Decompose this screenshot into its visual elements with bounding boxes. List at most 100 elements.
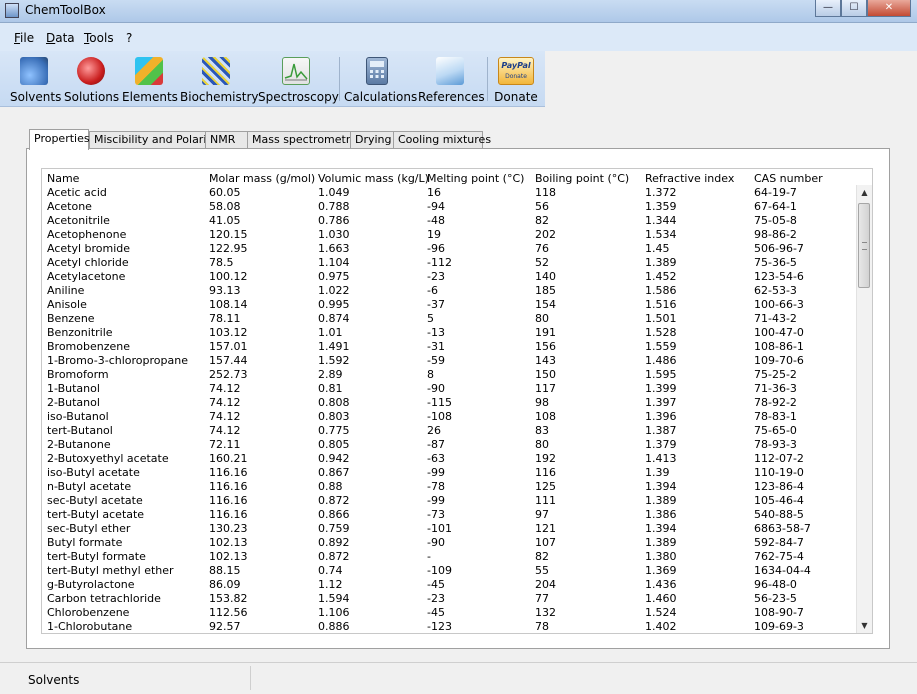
references-button[interactable]: References [418, 53, 485, 105]
table-cell: 2.89 [318, 368, 343, 381]
column-header[interactable]: Name [47, 172, 79, 185]
table-cell: Acetone [47, 200, 92, 213]
column-header[interactable]: Refractive index [645, 172, 734, 185]
scroll-up-arrow-icon[interactable]: ▲ [857, 185, 872, 200]
menu-data[interactable]: Data [46, 31, 75, 45]
table-cell: 71-36-3 [754, 382, 797, 395]
menu-file[interactable]: File [14, 31, 34, 45]
solvents-button[interactable]: Solvents [10, 53, 61, 105]
scroll-down-arrow-icon[interactable]: ▼ [857, 618, 872, 633]
elements-button[interactable]: Elements [122, 53, 178, 105]
menu-tools[interactable]: Tools [84, 31, 114, 45]
column-header[interactable]: CAS number [754, 172, 823, 185]
table-row[interactable]: g-Butyrolactone 86.09 1.12 -45 204 1.436 96-48… [42, 578, 857, 592]
table-row[interactable]: Aniline 93.13 1.022 -6 185 1.586 62-53-3 [42, 284, 857, 298]
table-cell: 97 [535, 508, 549, 521]
table-cell: 109-70-6 [754, 354, 804, 367]
table-row[interactable]: 2-Butoxyethyl acetate 160.21 0.942 -63 192 1.… [42, 452, 857, 466]
table-row[interactable]: sec-Butyl acetate 116.16 0.872 -99 111 1.389 1… [42, 494, 857, 508]
table-cell: 540-88-5 [754, 508, 804, 521]
table-cell: 55 [535, 564, 549, 577]
table-row[interactable]: sec-Butyl ether 130.23 0.759 -101 121 1.394 68… [42, 522, 857, 536]
spectroscopy-graph-icon [282, 57, 310, 85]
table-row[interactable]: 2-Butanone 72.11 0.805 -87 80 1.379 78-93-3 [42, 438, 857, 452]
vertical-scrollbar[interactable]: ▲ ▼ [856, 185, 872, 633]
table-cell: 120.15 [209, 228, 248, 241]
table-cell: 1.592 [318, 354, 350, 367]
table-cell: Bromobenzene [47, 340, 131, 353]
spectroscopy-button[interactable]: Spectroscopy [258, 53, 339, 105]
table-row[interactable]: Bromobenzene 157.01 1.491 -31 156 1.559 108-86… [42, 340, 857, 354]
table-cell: 1.389 [645, 256, 677, 269]
table-cell: Acetonitrile [47, 214, 110, 227]
table-row[interactable]: Carbon tetrachloride 153.82 1.594 -23 77 1.46… [42, 592, 857, 606]
calculations-button[interactable]: Calculations [344, 53, 417, 105]
table-cell: 1.559 [645, 340, 677, 353]
table-cell: 0.788 [318, 200, 350, 213]
table-row[interactable]: Acetylacetone 100.12 0.975 -23 140 1.452 123-5… [42, 270, 857, 284]
biochemistry-button[interactable]: Biochemistry [180, 53, 259, 105]
close-button[interactable]: ✕ [867, 0, 911, 17]
table-row[interactable]: Acetic acid 60.05 1.049 16 118 1.372 64-19-7 [42, 186, 857, 200]
table-row[interactable]: 1-Chlorobutane 92.57 0.886 -123 78 1.402 109-6… [42, 620, 857, 633]
table-cell: -63 [427, 452, 445, 465]
table-row[interactable]: tert-Butyl methyl ether 88.15 0.74 -109 55 1.… [42, 564, 857, 578]
table-cell: -112 [427, 256, 452, 269]
table-cell: -45 [427, 578, 445, 591]
tab-cooling-mixtures[interactable]: Cooling mixtures [393, 131, 491, 149]
table-cell: 0.803 [318, 410, 350, 423]
table-cell: 0.867 [318, 466, 350, 479]
column-header[interactable]: Melting point (°C) [427, 172, 524, 185]
table-row[interactable]: Benzonitrile 103.12 1.01 -13 191 1.528 100-47-… [42, 326, 857, 340]
table-row[interactable]: 1-Butanol 74.12 0.81 -90 117 1.399 71-36-3 [42, 382, 857, 396]
properties-table[interactable]: Name Molar mass (g/mol) Volumic mass (kg/L… [41, 168, 873, 634]
scrollbar-thumb[interactable] [858, 203, 870, 288]
column-header[interactable]: Boiling point (°C) [535, 172, 629, 185]
table-row[interactable]: 2-Butanol 74.12 0.808 -115 98 1.397 78-92-2 [42, 396, 857, 410]
tab-nmr[interactable]: NMR [205, 131, 248, 149]
tab-mass-spectrometry[interactable]: Mass spectrometry [247, 131, 357, 149]
solutions-molecule-icon [77, 57, 105, 85]
table-cell: Bromoform [47, 368, 109, 381]
table-row[interactable]: tert-Butyl acetate 116.16 0.866 -73 97 1.386 5… [42, 508, 857, 522]
scrollbar-grip-icon [862, 242, 867, 250]
table-cell: 1.501 [645, 312, 677, 325]
table-row[interactable]: Acetyl chloride 78.5 1.104 -112 52 1.389 75-36… [42, 256, 857, 270]
table-cell: -87 [427, 438, 445, 451]
table-row[interactable]: tert-Butanol 74.12 0.775 26 83 1.387 75-65-0 [42, 424, 857, 438]
menu-help[interactable]: ? [126, 31, 132, 45]
tab-drying[interactable]: Drying [350, 131, 394, 149]
maximize-button[interactable]: ☐ [841, 0, 867, 17]
table-cell: 58.08 [209, 200, 241, 213]
table-cell: 105-46-4 [754, 494, 804, 507]
table-row[interactable]: iso-Butyl acetate 116.16 0.867 -99 116 1.39 11… [42, 466, 857, 480]
app-icon [5, 3, 19, 18]
table-row[interactable]: Acetyl bromide 122.95 1.663 -96 76 1.45 506-96… [42, 242, 857, 256]
table-row[interactable]: n-Butyl acetate 116.16 0.88 -78 125 1.394 123-… [42, 480, 857, 494]
table-row[interactable]: Acetonitrile 41.05 0.786 -48 82 1.344 75-05-8 [42, 214, 857, 228]
table-row[interactable]: tert-Butyl formate 102.13 0.872 - 82 1.380 762… [42, 550, 857, 564]
table-cell: 1.524 [645, 606, 677, 619]
minimize-button[interactable]: — [815, 0, 841, 17]
title-bar: ChemToolBox — ☐ ✕ [0, 0, 917, 23]
table-row[interactable]: iso-Butanol 74.12 0.803 -108 108 1.396 78-83-1 [42, 410, 857, 424]
table-cell: 1.586 [645, 284, 677, 297]
table-cell: 1.344 [645, 214, 677, 227]
donate-button[interactable]: PayPal Donate Donate [493, 53, 539, 105]
table-cell: 102.13 [209, 550, 248, 563]
table-row[interactable]: Anisole 108.14 0.995 -37 154 1.516 100-66-3 [42, 298, 857, 312]
table-row[interactable]: Benzene 78.11 0.874 5 80 1.501 71-43-2 [42, 312, 857, 326]
tab-properties[interactable]: Properties [29, 129, 90, 150]
table-cell: 1.386 [645, 508, 677, 521]
tab-miscibility-polarity[interactable]: Miscibility and Polarity [89, 131, 217, 149]
solutions-button[interactable]: Solutions [64, 53, 119, 105]
table-row[interactable]: Acetone 58.08 0.788 -94 56 1.359 67-64-1 [42, 200, 857, 214]
table-row[interactable]: Butyl formate 102.13 0.892 -90 107 1.389 592-8… [42, 536, 857, 550]
column-header[interactable]: Volumic mass (kg/L) [318, 172, 429, 185]
table-row[interactable]: Bromoform 252.73 2.89 8 150 1.595 75-25-2 [42, 368, 857, 382]
column-header[interactable]: Molar mass (g/mol) [209, 172, 315, 185]
table-cell: 123-86-4 [754, 480, 804, 493]
table-row[interactable]: Acetophenone 120.15 1.030 19 202 1.534 98-86-2 [42, 228, 857, 242]
table-row[interactable]: Chlorobenzene 112.56 1.106 -45 132 1.524 108-9… [42, 606, 857, 620]
table-row[interactable]: 1-Bromo-3-chloropropane 157.44 1.592 -59 143… [42, 354, 857, 368]
